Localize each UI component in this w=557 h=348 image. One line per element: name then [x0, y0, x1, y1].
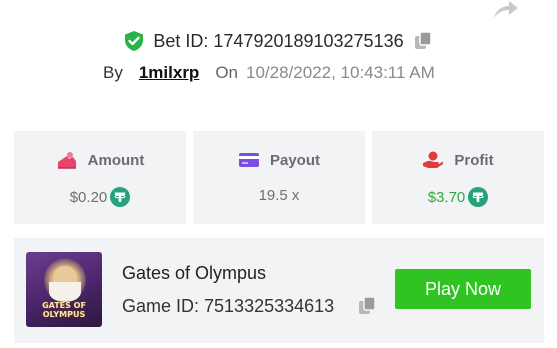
- card-icon: [238, 153, 259, 167]
- stat-payout: Payout 19.5 x: [193, 131, 365, 224]
- stat-amount-value: $0.20: [69, 188, 108, 206]
- stat-profit-value: $3.70: [427, 188, 466, 206]
- shield-check-icon: [125, 31, 144, 51]
- stat-profit-label: Profit: [454, 151, 494, 169]
- hand-coin-icon: [423, 151, 444, 168]
- game-id-row: Game ID: 7513325334613: [122, 295, 378, 317]
- game-title: Gates of Olympus: [122, 263, 267, 283]
- stat-payout-label: Payout: [269, 151, 320, 169]
- bet-meta-row: By 1milxrp On 10/28/2022, 10:43:11 AM: [103, 63, 435, 83]
- stat-profit: Profit $3.70: [372, 131, 544, 224]
- tether-icon: [110, 187, 131, 207]
- bet-id-label: Bet ID: 1747920189103275136: [153, 30, 404, 51]
- game-id-label: Game ID: 7513325334613: [122, 295, 335, 316]
- by-label: By: [103, 63, 123, 82]
- username-link[interactable]: 1milxrp: [139, 63, 199, 83]
- wallet-icon: [57, 152, 76, 169]
- bet-id-row: Bet ID: 1747920189103275136: [0, 30, 557, 52]
- bet-date: 10/28/2022, 10:43:11 AM: [246, 63, 435, 82]
- tether-icon: [468, 187, 489, 207]
- game-card: GATES OF OLYMPUS Gates of Olympus Game I…: [14, 238, 544, 343]
- on-label: On: [215, 63, 239, 82]
- bet-stats: Amount $0.20 Payout 19.5 x Profit $3.70: [14, 131, 544, 224]
- share-icon[interactable]: [490, 0, 520, 20]
- game-thumbnail-logo: GATES OF OLYMPUS: [42, 301, 86, 319]
- copy-icon[interactable]: [412, 30, 434, 52]
- stat-payout-value: 19.5 x: [258, 187, 300, 204]
- stat-amount: Amount $0.20: [14, 131, 186, 224]
- game-thumbnail[interactable]: GATES OF OLYMPUS: [26, 252, 102, 327]
- copy-icon[interactable]: [356, 295, 378, 317]
- play-now-button[interactable]: Play Now: [395, 269, 531, 309]
- stat-amount-label: Amount: [87, 151, 145, 169]
